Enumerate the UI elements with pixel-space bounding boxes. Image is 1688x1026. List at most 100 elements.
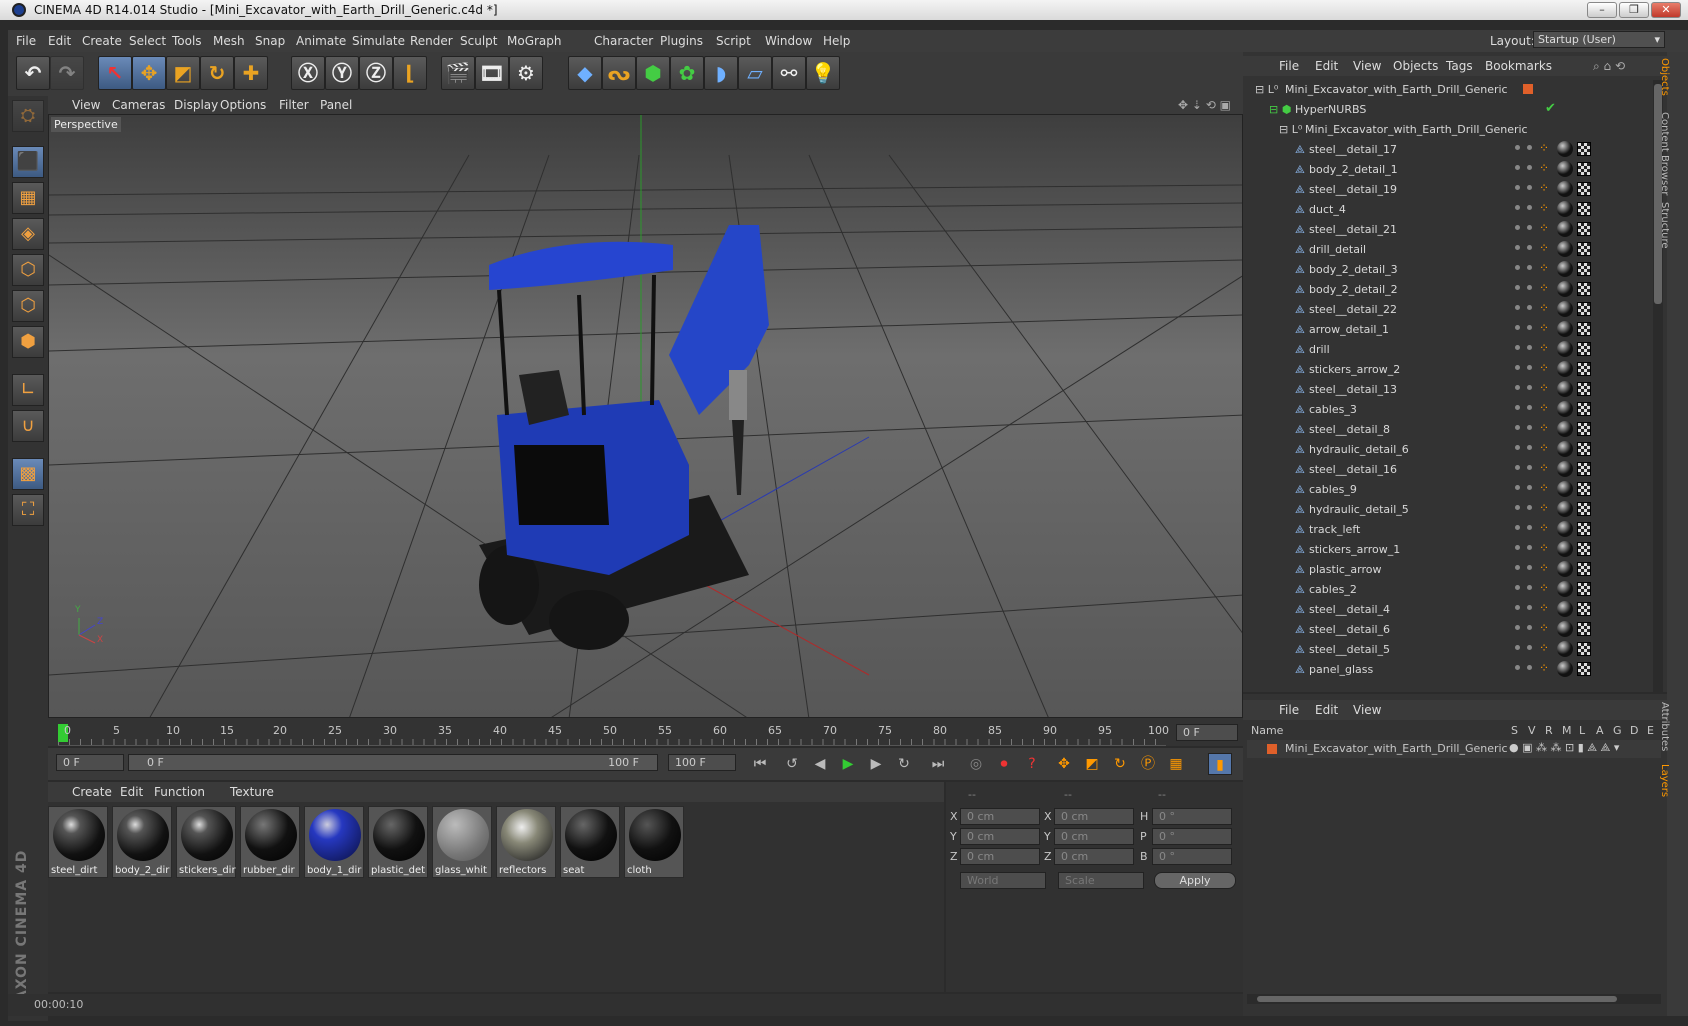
render-visibility-dot[interactable] xyxy=(1527,405,1532,410)
phong-tag-icon[interactable]: ⁘ xyxy=(1539,441,1549,455)
phong-tag-icon[interactable]: ⁘ xyxy=(1539,341,1549,355)
uvw-tag-icon[interactable] xyxy=(1577,462,1591,476)
render-visibility-dot[interactable] xyxy=(1527,585,1532,590)
uvw-tag-icon[interactable] xyxy=(1577,382,1591,396)
editor-visibility-dot[interactable] xyxy=(1515,605,1520,610)
phong-tag-icon[interactable]: ⁘ xyxy=(1539,501,1549,515)
editor-visibility-dot[interactable] xyxy=(1515,165,1520,170)
phong-tag-icon[interactable]: ⁘ xyxy=(1539,361,1549,375)
material-swatch[interactable]: body_2_dir xyxy=(112,806,172,878)
mat-menu-edit[interactable]: Edit xyxy=(120,785,143,799)
tab-content-browser[interactable]: Content Browser xyxy=(1659,112,1670,195)
editor-visibility-dot[interactable] xyxy=(1515,285,1520,290)
layer-menu-edit[interactable]: Edit xyxy=(1315,703,1338,717)
menu-render[interactable]: Render xyxy=(410,34,453,48)
record-keys-icon[interactable]: ◎ xyxy=(964,753,988,775)
material-swatch[interactable]: stickers_dir xyxy=(176,806,236,878)
live-selection-icon[interactable]: ↖ xyxy=(98,56,132,90)
editor-visibility-dot[interactable] xyxy=(1515,665,1520,670)
material-tag-icon[interactable] xyxy=(1557,641,1573,657)
menu-simulate[interactable]: Simulate xyxy=(352,34,405,48)
array-icon[interactable]: ✿ xyxy=(670,56,704,90)
editor-visibility-dot[interactable] xyxy=(1515,205,1520,210)
object-row[interactable]: ⟁ stickers_arrow_2 ⁘ xyxy=(1243,360,1653,380)
obj-menu-objects[interactable]: Objects xyxy=(1393,59,1438,73)
camera-icon[interactable]: ⚯ xyxy=(772,56,806,90)
uvw-tag-icon[interactable] xyxy=(1577,202,1591,216)
uvw-tag-icon[interactable] xyxy=(1577,262,1591,276)
editor-visibility-dot[interactable] xyxy=(1515,345,1520,350)
scale-tool-icon[interactable]: ◩ xyxy=(166,56,200,90)
material-tag-icon[interactable] xyxy=(1557,341,1573,357)
menu-snap[interactable]: Snap xyxy=(255,34,285,48)
editor-visibility-dot[interactable] xyxy=(1515,365,1520,370)
render-visibility-dot[interactable] xyxy=(1527,225,1532,230)
object-row-root[interactable]: ⊟ L⁰ Mini_Excavator_with_Earth_Drill_Gen… xyxy=(1243,80,1653,100)
phong-tag-icon[interactable]: ⁘ xyxy=(1539,481,1549,495)
end-frame-field[interactable]: 100 F xyxy=(668,754,736,771)
start-frame-field[interactable]: 0 F xyxy=(56,754,124,771)
uvw-tag-icon[interactable] xyxy=(1577,642,1591,656)
uvw-tag-icon[interactable] xyxy=(1577,182,1591,196)
editor-visibility-dot[interactable] xyxy=(1515,585,1520,590)
coord-scale-select[interactable]: Scale xyxy=(1058,872,1144,889)
tab-attributes[interactable]: Attributes xyxy=(1659,702,1670,751)
menu-create[interactable]: Create xyxy=(82,34,122,48)
scrollbar-thumb[interactable] xyxy=(1257,996,1617,1002)
render-visibility-dot[interactable] xyxy=(1527,545,1532,550)
uvw-tag-icon[interactable] xyxy=(1577,222,1591,236)
material-tag-icon[interactable] xyxy=(1557,441,1573,457)
editor-visibility-dot[interactable] xyxy=(1515,525,1520,530)
material-tag-icon[interactable] xyxy=(1557,201,1573,217)
editor-visibility-dot[interactable] xyxy=(1515,545,1520,550)
menu-file[interactable]: File xyxy=(16,34,36,48)
uvw-tag-icon[interactable] xyxy=(1577,622,1591,636)
object-row[interactable]: ⟁ drill_detail ⁘ xyxy=(1243,240,1653,260)
phong-tag-icon[interactable]: ⁘ xyxy=(1539,201,1549,215)
phong-tag-icon[interactable]: ⁘ xyxy=(1539,461,1549,475)
cube-object-icon[interactable]: ◆ xyxy=(568,56,602,90)
y-axis-lock-icon[interactable]: Ⓨ xyxy=(325,56,359,90)
vp-menu-cameras[interactable]: Cameras xyxy=(112,98,165,112)
phong-tag-icon[interactable]: ⁘ xyxy=(1539,621,1549,635)
menu-help[interactable]: Help xyxy=(823,34,850,48)
phong-tag-icon[interactable]: ⁘ xyxy=(1539,421,1549,435)
material-tag-icon[interactable] xyxy=(1557,301,1573,317)
material-tag-icon[interactable] xyxy=(1557,601,1573,617)
snap-icon[interactable]: ∪ xyxy=(12,410,44,442)
uvw-tag-icon[interactable] xyxy=(1577,662,1591,676)
rot-p-field[interactable]: 0 ° xyxy=(1152,828,1232,845)
phong-tag-icon[interactable]: ⁘ xyxy=(1539,281,1549,295)
rot-b-field[interactable]: 0 ° xyxy=(1152,848,1232,865)
uvw-tag-icon[interactable] xyxy=(1577,442,1591,456)
phong-tag-icon[interactable]: ⁘ xyxy=(1539,241,1549,255)
render-visibility-dot[interactable] xyxy=(1527,625,1532,630)
coordinate-system-icon[interactable]: ⌊ xyxy=(393,56,427,90)
material-swatch[interactable]: rubber_dir xyxy=(240,806,300,878)
menu-window[interactable]: Window xyxy=(765,34,812,48)
object-row[interactable]: ⟁ steel__detail_5 ⁘ xyxy=(1243,640,1653,660)
workplane-lock-icon[interactable]: ▩ xyxy=(12,458,44,490)
material-tag-icon[interactable] xyxy=(1557,561,1573,577)
render-visibility-dot[interactable] xyxy=(1527,605,1532,610)
vp-menu-options[interactable]: Options xyxy=(220,98,266,112)
editor-visibility-dot[interactable] xyxy=(1515,645,1520,650)
material-tag-icon[interactable] xyxy=(1557,481,1573,497)
material-swatch[interactable]: seat xyxy=(560,806,620,878)
object-row[interactable]: ⟁ steel__detail_13 ⁘ xyxy=(1243,380,1653,400)
object-row[interactable]: ⟁ drill ⁘ xyxy=(1243,340,1653,360)
size-z-field[interactable]: 0 cm xyxy=(1054,848,1134,865)
key-position-icon[interactable]: ✥ xyxy=(1052,753,1076,775)
make-editable-icon[interactable]: ⛭ xyxy=(12,100,44,132)
render-visibility-dot[interactable] xyxy=(1527,365,1532,370)
render-visibility-dot[interactable] xyxy=(1527,485,1532,490)
layer-menu-file[interactable]: File xyxy=(1279,703,1299,717)
goto-end-icon[interactable]: ⏭ xyxy=(926,753,950,775)
editor-visibility-dot[interactable] xyxy=(1515,305,1520,310)
menu-plugins[interactable]: Plugins xyxy=(660,34,703,48)
create-tool-icon[interactable]: ✚ xyxy=(234,56,268,90)
perspective-viewport[interactable]: Perspective Y Z X xyxy=(48,114,1243,718)
vp-menu-view[interactable]: View xyxy=(72,98,100,112)
goto-start-icon[interactable]: ⏮ xyxy=(748,753,772,775)
spline-pen-icon[interactable]: ᔓ xyxy=(602,56,636,90)
